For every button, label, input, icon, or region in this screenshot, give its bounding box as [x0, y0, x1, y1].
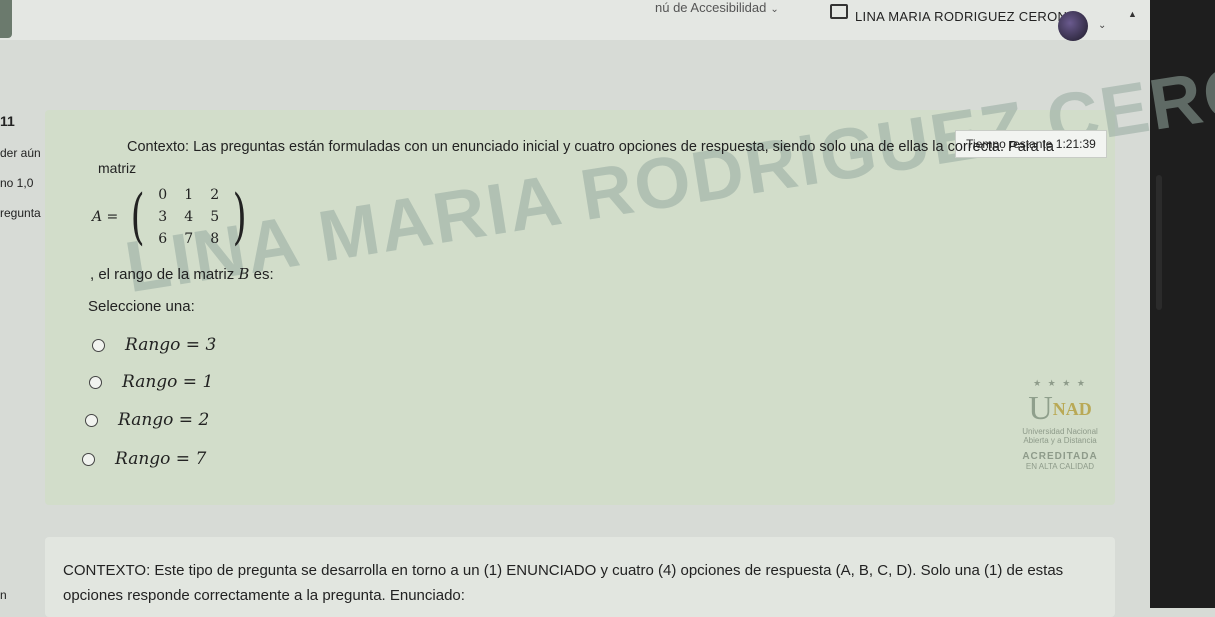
matrix-cell: 5 — [210, 209, 220, 225]
option-b[interactable]: Rango = 1 — [89, 372, 213, 392]
matrix-a: A = ( 0 1 2 3 4 5 6 7 8 ) — [92, 182, 251, 252]
matrix-cell: 1 — [184, 187, 194, 203]
option-label[interactable]: Rango = 1 — [122, 372, 213, 392]
messages-icon[interactable] — [830, 4, 848, 19]
avatar[interactable] — [1058, 11, 1088, 41]
option-d[interactable]: Rango = 7 — [82, 449, 206, 469]
logo-mark: UNAD — [1000, 389, 1120, 427]
rank-prefix: , el rango de la matriz — [90, 266, 239, 283]
nav-drawer-tab[interactable] — [0, 0, 12, 38]
radio-button[interactable] — [89, 375, 102, 389]
rank-question: , el rango de la matriz B es: — [90, 265, 274, 283]
question-number: 11 — [0, 113, 15, 129]
logo-line1: Universidad Nacional — [1022, 427, 1098, 437]
option-a[interactable]: Rango = 3 — [92, 335, 216, 355]
option-label[interactable]: Rango = 7 — [115, 449, 206, 469]
flag-question-link[interactable]: regunta — [0, 206, 41, 220]
matrix-lhs: A = — [92, 209, 119, 225]
select-one-label: Seleccione una: — [88, 298, 195, 315]
matrix-cell: 2 — [210, 187, 220, 203]
radio-button[interactable] — [85, 413, 98, 427]
scrollbar-thumb[interactable] — [1156, 175, 1162, 310]
matrix-cell: 4 — [184, 209, 194, 225]
question-context: Contexto: Las preguntas están formuladas… — [127, 139, 1054, 155]
rank-suffix: es: — [249, 266, 274, 283]
radio-button[interactable] — [82, 452, 95, 466]
logo-accredited: ACREDITADA — [1022, 451, 1098, 463]
option-c[interactable]: Rango = 2 — [85, 410, 209, 430]
sidebar-fragment: n — [0, 588, 7, 602]
option-label[interactable]: Rango = 2 — [118, 410, 209, 430]
logo-quality: EN ALTA CALIDAD — [1025, 462, 1095, 472]
logo-u: U — [1028, 390, 1053, 428]
logo-line2: Abierta y a Distancia — [1023, 436, 1097, 446]
rank-var: B — [238, 265, 250, 283]
matrix-cell: 8 — [210, 231, 220, 247]
chevron-down-icon[interactable]: ⌄ — [1098, 20, 1106, 31]
matrix-cell: 7 — [184, 231, 194, 247]
radio-button[interactable] — [92, 338, 105, 352]
question-score: no 1,0 — [0, 176, 34, 190]
user-name[interactable]: LINA MARIA RODRIGUEZ CERON — [855, 9, 1067, 24]
unad-logo: ★ ★ ★ ★ UNAD Universidad Nacional Abiert… — [1000, 378, 1120, 488]
logo-rest: NAD — [1052, 399, 1092, 420]
accessibility-menu[interactable]: nú de Accesibilidad ⌄ — [655, 0, 779, 15]
matrix-cell: 3 — [158, 209, 168, 225]
matrix-cell: 0 — [158, 187, 168, 203]
top-navbar: nú de Accesibilidad ⌄ LINA MARIA RODRIGUE… — [0, 0, 1215, 41]
option-label[interactable]: Rango = 3 — [125, 335, 216, 355]
chevron-down-icon: ⌄ — [770, 4, 779, 15]
question-status: der aún — [0, 146, 41, 160]
matrix-grid: 0 1 2 3 4 5 6 7 8 — [150, 187, 228, 247]
scroll-up-arrow-icon[interactable]: ▲ — [1128, 9, 1137, 19]
stars-icon: ★ ★ ★ ★ — [1033, 378, 1087, 388]
matrix-word: matriz — [98, 160, 137, 176]
accessibility-menu-label: nú de Accesibilidad — [655, 0, 767, 15]
matrix-cell: 6 — [158, 231, 168, 247]
right-paren: ) — [232, 182, 247, 252]
next-question-context: CONTEXTO: Este tipo de pregunta se desar… — [63, 562, 1064, 604]
left-paren: ( — [130, 182, 146, 252]
